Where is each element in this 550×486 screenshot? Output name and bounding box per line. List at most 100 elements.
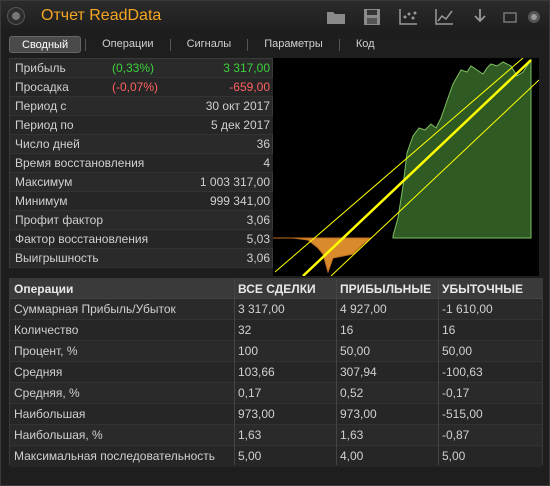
cell-losing: 16 bbox=[442, 323, 456, 337]
row-label: Количество bbox=[14, 323, 79, 337]
tab-code[interactable]: Код bbox=[344, 36, 387, 53]
stat-label: Выигрышность bbox=[15, 251, 99, 265]
tab-operations[interactable]: Операции bbox=[90, 36, 165, 53]
header-losing[interactable]: УБЫТОЧНЫЕ bbox=[442, 282, 523, 296]
stat-percent: (-0,07%) bbox=[112, 80, 159, 94]
cell-profitable: 4 927,00 bbox=[340, 302, 387, 316]
row-label: Средняя bbox=[14, 365, 63, 379]
toolbar bbox=[321, 5, 543, 29]
stat-value: 3 317,00 bbox=[223, 61, 270, 75]
table-row: Количество 32 16 16 bbox=[10, 320, 542, 341]
equity-chart bbox=[273, 57, 540, 277]
operations-table: Операции ВСЕ СДЕЛКИ ПРИБЫЛЬНЫЕ УБЫТОЧНЫЕ… bbox=[9, 278, 543, 467]
drawdown-area bbox=[273, 237, 373, 274]
stat-value: 36 bbox=[256, 137, 270, 151]
cell-losing: -1 610,00 bbox=[442, 302, 493, 316]
column-divider bbox=[234, 279, 235, 465]
download-icon[interactable] bbox=[465, 5, 495, 29]
cell-all: 973,00 bbox=[238, 407, 275, 421]
tab-divider bbox=[169, 38, 171, 51]
table-row: Максимальная последовательность 5,00 4,0… bbox=[10, 446, 542, 467]
window-title: Отчет ReadData bbox=[41, 7, 162, 24]
cell-all: 103,66 bbox=[238, 365, 275, 379]
table-header: Операции ВСЕ СДЕЛКИ ПРИБЫЛЬНЫЕ УБЫТОЧНЫЕ bbox=[10, 279, 542, 299]
minimize-icon[interactable] bbox=[501, 5, 519, 29]
stat-value: 4 bbox=[263, 156, 270, 170]
row-label: Средняя, % bbox=[14, 386, 80, 400]
tab-parameters[interactable]: Параметры bbox=[252, 36, 335, 53]
stat-row-profit-factor: Профит фактор 3,06 bbox=[10, 211, 274, 230]
title-bar: Отчет ReadData bbox=[1, 1, 549, 33]
header-operations[interactable]: Операции bbox=[14, 282, 73, 296]
save-icon[interactable] bbox=[357, 5, 387, 29]
stat-label: Прибыль bbox=[15, 61, 66, 75]
stat-value: 3,06 bbox=[246, 213, 270, 227]
stat-row-win-rate: Выигрышность 3,06 bbox=[10, 249, 274, 268]
cell-profitable: 307,94 bbox=[340, 365, 377, 379]
equity-chart-svg bbox=[273, 57, 540, 277]
cell-losing: -515,00 bbox=[442, 407, 483, 421]
stat-value: 1 003 317,00 bbox=[199, 175, 270, 189]
line-chart-icon[interactable] bbox=[429, 5, 459, 29]
cell-all: 5,00 bbox=[238, 449, 262, 463]
row-label: Наибольшая, % bbox=[14, 428, 103, 442]
cell-losing: 5,00 bbox=[442, 449, 466, 463]
stat-row-profit: Прибыль (0,33%) 3 317,00 bbox=[10, 59, 274, 78]
stat-label: Число дней bbox=[15, 137, 80, 151]
cell-all: 1,63 bbox=[238, 428, 262, 442]
tab-signals[interactable]: Сигналы bbox=[175, 36, 244, 53]
stat-value: 5 дек 2017 bbox=[211, 118, 270, 132]
app-icon bbox=[7, 7, 25, 25]
tab-divider bbox=[338, 38, 340, 51]
cell-losing: 50,00 bbox=[442, 344, 473, 358]
table-row: Наибольшая 973,00 973,00 -515,00 bbox=[10, 404, 542, 425]
summary-stats-panel: Прибыль (0,33%) 3 317,00 Просадка (-0,07… bbox=[9, 58, 274, 268]
stat-label: Максимум bbox=[15, 175, 73, 189]
stat-label: Период с bbox=[15, 99, 67, 113]
cell-all: 3 317,00 bbox=[238, 302, 285, 316]
cell-profitable: 50,00 bbox=[340, 344, 371, 358]
stat-row-days: Число дней 36 bbox=[10, 135, 274, 154]
table-row: Суммарная Прибыль/Убыток 3 317,00 4 927,… bbox=[10, 299, 542, 320]
tab-divider bbox=[85, 38, 87, 51]
table-row: Процент, % 100 50,00 50,00 bbox=[10, 341, 542, 362]
folder-icon[interactable] bbox=[321, 5, 351, 29]
stat-label: Профит фактор bbox=[15, 213, 104, 227]
stat-value: -659,00 bbox=[229, 80, 270, 94]
stat-value: 5,03 bbox=[246, 232, 270, 246]
table-row: Наибольшая, % 1,63 1,63 -0,87 bbox=[10, 425, 542, 446]
cell-profitable: 16 bbox=[340, 323, 354, 337]
stat-value: 30 окт 2017 bbox=[205, 99, 270, 113]
stat-row-recovery-factor: Фактор восстановления 5,03 bbox=[10, 230, 274, 249]
stat-label: Период по bbox=[15, 118, 74, 132]
header-all-trades[interactable]: ВСЕ СДЕЛКИ bbox=[238, 282, 316, 296]
cell-profitable: 973,00 bbox=[340, 407, 377, 421]
tab-bar: Сводный Операции Сигналы Параметры Код bbox=[9, 36, 543, 53]
tab-summary[interactable]: Сводный bbox=[9, 36, 82, 53]
stat-label: Время восстановления bbox=[15, 156, 145, 170]
row-label: Максимальная последовательность bbox=[14, 449, 216, 463]
row-label: Суммарная Прибыль/Убыток bbox=[14, 302, 176, 316]
stat-row-minimum: Минимум 999 341,00 bbox=[10, 192, 274, 211]
stat-percent: (0,33%) bbox=[112, 61, 155, 75]
cell-profitable: 4,00 bbox=[340, 449, 364, 463]
row-label: Наибольшая bbox=[14, 407, 86, 421]
stat-value: 3,06 bbox=[246, 251, 270, 265]
column-divider bbox=[438, 279, 439, 465]
stat-label: Фактор восстановления bbox=[15, 232, 149, 246]
row-label: Процент, % bbox=[14, 344, 78, 358]
cell-losing: -0,17 bbox=[442, 386, 470, 400]
stat-value: 999 341,00 bbox=[209, 194, 270, 208]
close-icon[interactable] bbox=[525, 5, 543, 29]
table-row: Средняя 103,66 307,94 -100,63 bbox=[10, 362, 542, 383]
column-divider bbox=[336, 279, 337, 465]
stat-row-period-from: Период с 30 окт 2017 bbox=[10, 97, 274, 116]
cell-all: 0,17 bbox=[238, 386, 262, 400]
header-profitable[interactable]: ПРИБЫЛЬНЫЕ bbox=[340, 282, 431, 296]
stat-label: Просадка bbox=[15, 80, 69, 94]
report-window: Отчет ReadData Сводный Операции Сигналы … bbox=[0, 0, 550, 486]
table-row: Средняя, % 0,17 0,52 -0,17 bbox=[10, 383, 542, 404]
equity-area bbox=[392, 58, 532, 239]
scatter-chart-icon[interactable] bbox=[393, 5, 423, 29]
stat-row-drawdown: Просадка (-0,07%) -659,00 bbox=[10, 78, 274, 97]
